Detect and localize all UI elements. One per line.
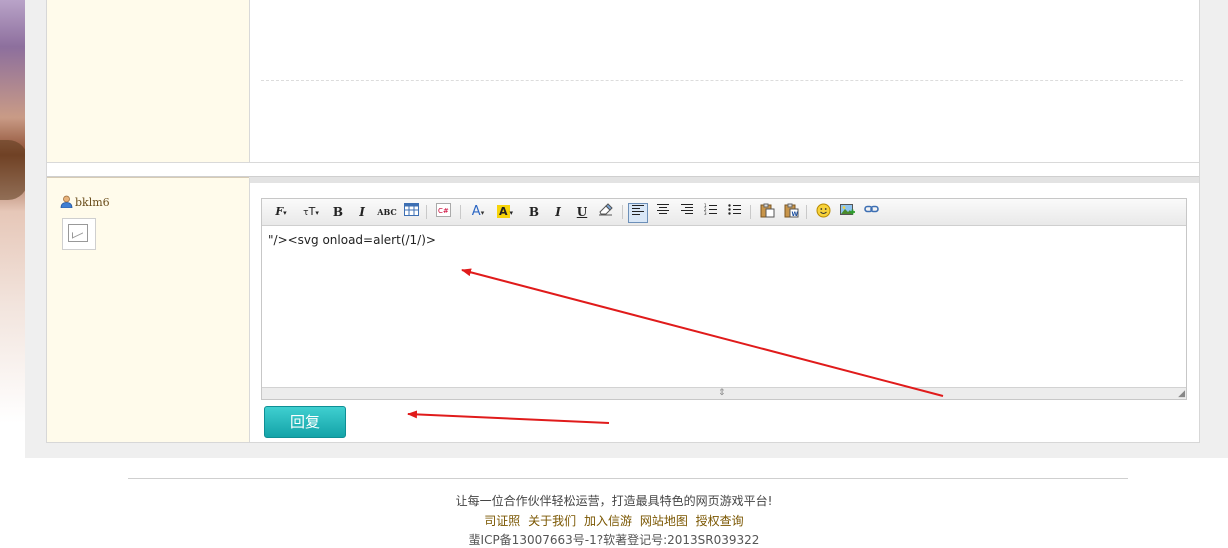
ordered-list-button[interactable]: 123 <box>702 203 720 221</box>
username[interactable]: bklm6 <box>75 196 110 209</box>
italic-button-2[interactable]: I <box>550 203 566 221</box>
bold-button-2[interactable]: B <box>526 203 542 221</box>
footer-icp: 蜚ICP备13007663号-1?软著登记号:2013SR039322 <box>468 533 760 547</box>
unordered-list-button[interactable] <box>726 203 744 221</box>
broken-image-icon <box>68 224 88 242</box>
align-right-icon <box>681 204 693 214</box>
footer-link-license[interactable]: 司证照 <box>484 514 520 528</box>
user-info[interactable]: bklm6 <box>60 195 110 209</box>
footer-links: 司证照 关于我们 加入信游 网站地图 授权查询 <box>0 512 1228 529</box>
svg-text:C#: C# <box>438 207 449 215</box>
footer-divider <box>128 478 1128 479</box>
align-center-icon <box>657 204 669 214</box>
eraser-button[interactable] <box>596 203 614 221</box>
highlight-button[interactable]: A ▾ <box>494 203 516 221</box>
footer-link-about[interactable]: 关于我们 <box>528 514 576 528</box>
resize-grip-icon[interactable]: ◢ <box>1178 389 1185 399</box>
user-icon <box>60 195 73 209</box>
editor-resize-bar[interactable]: ⇕ ◢ <box>262 387 1186 399</box>
table-icon <box>403 203 419 216</box>
table-button[interactable] <box>402 203 420 221</box>
bold-button[interactable]: B <box>330 203 346 221</box>
svg-text:W: W <box>791 211 798 218</box>
ordered-list-icon: 123 <box>704 203 717 216</box>
post-divider <box>261 80 1183 81</box>
footer-link-sitemap[interactable]: 网站地图 <box>640 514 688 528</box>
align-left-icon <box>632 205 644 215</box>
code-icon: C# <box>435 203 451 217</box>
font-color-button[interactable]: A▾ <box>468 203 488 221</box>
image-icon <box>839 204 855 215</box>
previous-post-sidebar <box>47 0 250 162</box>
footer-slogan: 让每一位合作伙伴轻松运营，打造最具特色的网页游戏平台! <box>455 494 773 508</box>
italic-button[interactable]: I <box>354 203 370 221</box>
emoticon-button[interactable] <box>814 203 832 221</box>
paste-icon <box>760 203 774 218</box>
underline-button[interactable]: U <box>574 203 590 221</box>
align-center-button[interactable] <box>654 203 672 221</box>
eraser-icon <box>598 203 613 216</box>
editor-content[interactable]: "/><svg onload=alert(/1/)> <box>268 233 436 247</box>
font-size-button[interactable]: τTTT▾ <box>300 203 322 221</box>
align-right-button[interactable] <box>678 203 696 221</box>
font-family-button[interactable]: F▾ <box>270 203 292 221</box>
drag-handle-icon[interactable]: ⇕ <box>718 389 726 398</box>
link-icon <box>863 205 879 213</box>
footer-link-join[interactable]: 加入信游 <box>584 514 632 528</box>
paste-word-button[interactable]: W <box>782 203 800 221</box>
align-left-button[interactable] <box>628 203 648 223</box>
paste-button[interactable] <box>758 203 776 221</box>
code-button[interactable]: C# <box>434 203 452 221</box>
smiley-icon <box>816 203 830 218</box>
footer-link-auth[interactable]: 授权查询 <box>696 514 744 528</box>
reply-button[interactable]: 回复 <box>264 406 346 438</box>
unordered-list-icon <box>728 204 741 215</box>
paste-word-icon: W <box>784 203 798 218</box>
strikethrough-button[interactable]: ABC <box>376 203 398 221</box>
insert-image-button[interactable] <box>838 203 856 221</box>
avatar[interactable] <box>62 218 96 250</box>
editor-toolbar: F▾ τTTT▾ B I ABC C# A▾ A▾ B I U 123 <box>262 199 1186 226</box>
rich-text-editor[interactable]: F▾ τTTT▾ B I ABC C# A▾ A▾ B I U 123 <box>261 198 1187 400</box>
svg-text:3: 3 <box>704 211 707 216</box>
insert-link-button[interactable] <box>862 203 880 221</box>
